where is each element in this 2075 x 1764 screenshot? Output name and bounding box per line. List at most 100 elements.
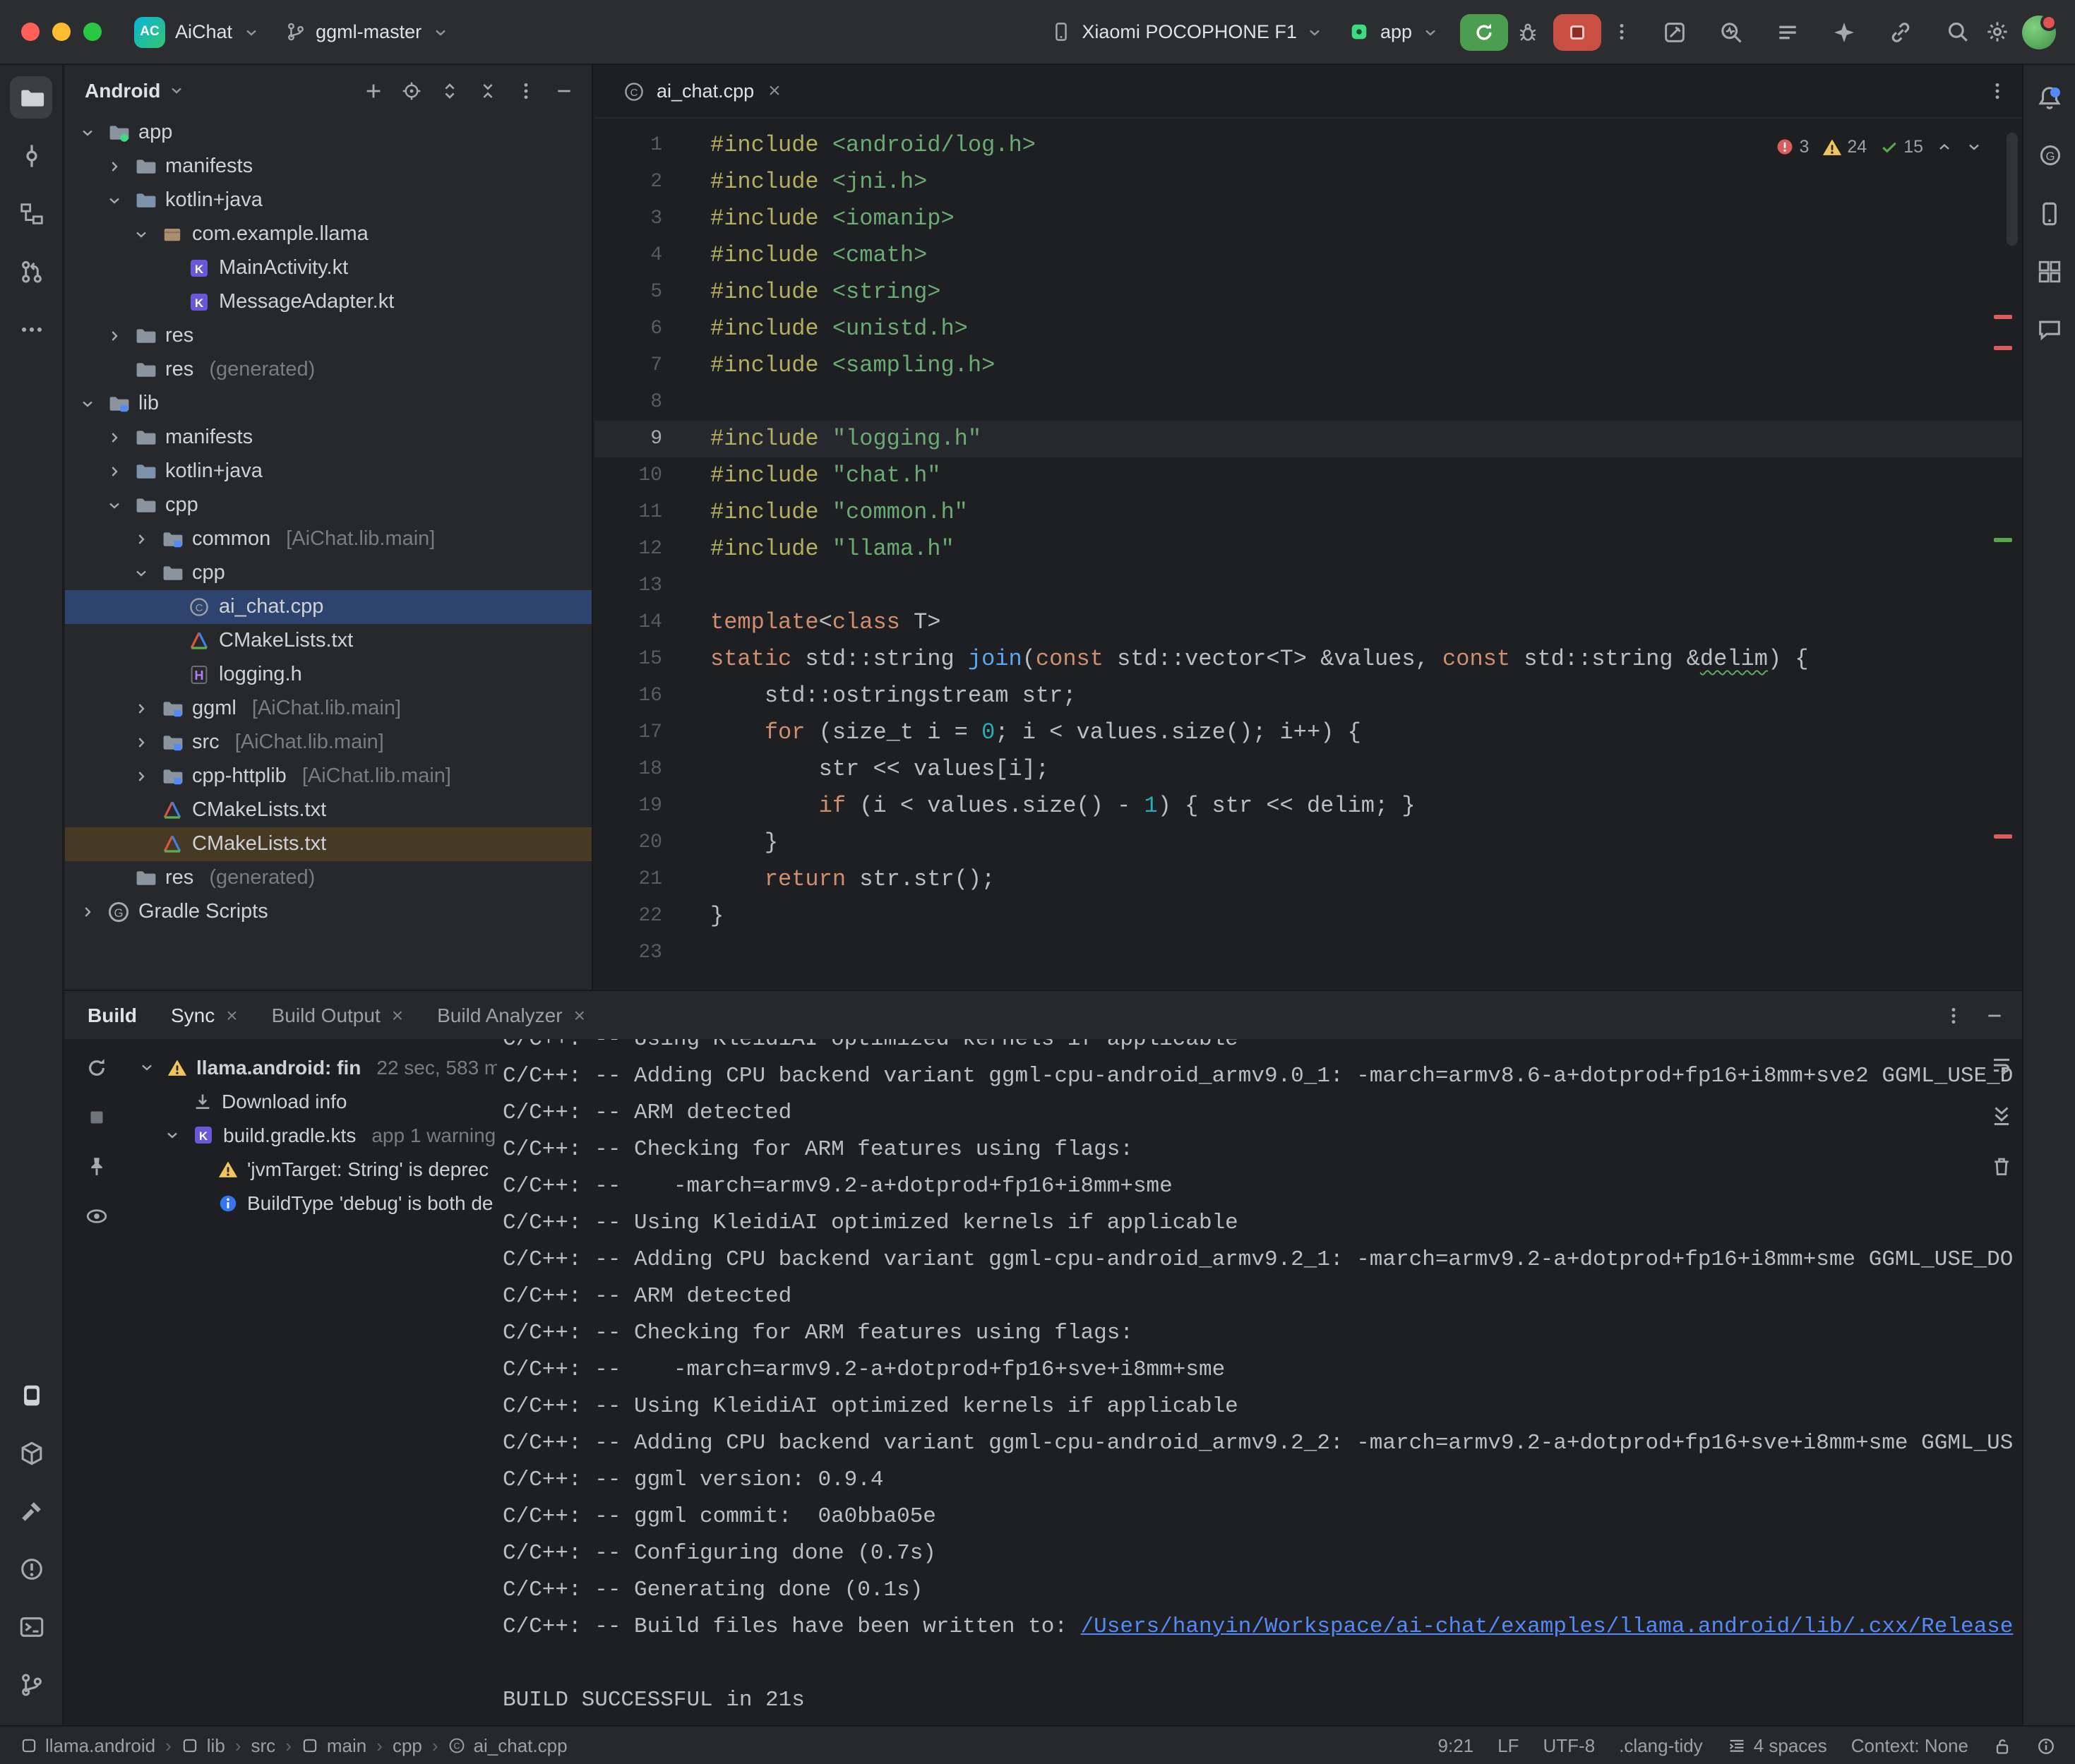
tree-item-common-aichat-lib-main[interactable]: common[AiChat.lib.main] — [65, 522, 592, 556]
tree-item-ggml-aichat-lib-main[interactable]: ggml[AiChat.lib.main] — [65, 692, 592, 726]
tool-stripe-assistant-chat-button[interactable] — [2028, 308, 2071, 350]
tool-stripe-commit-button[interactable] — [10, 134, 52, 176]
chevron-right-icon[interactable] — [130, 734, 153, 751]
code-line-6[interactable]: 6#include <unistd.h> — [594, 311, 2022, 347]
project-view-selector[interactable]: Android — [85, 79, 160, 102]
code-line-2[interactable]: 2#include <jni.h> — [594, 164, 2022, 200]
breadcrumb-lib[interactable]: lib — [181, 1735, 225, 1756]
code-line-15[interactable]: 15static std::string join(const std::vec… — [594, 641, 2022, 678]
build-tab-build-analyzer[interactable]: Build Analyzer× — [437, 1004, 585, 1026]
code-line-11[interactable]: 11#include "common.h" — [594, 494, 2022, 531]
tree-item-cmakelists-txt[interactable]: CMakeLists.txt — [65, 827, 592, 861]
code-line-20[interactable]: 20 } — [594, 824, 2022, 861]
assistant-button[interactable] — [1824, 12, 1864, 52]
tree-item-cpp[interactable]: cpp — [65, 556, 592, 590]
tree-item-lib[interactable]: lib — [65, 387, 592, 421]
stop-square-button[interactable] — [84, 1105, 108, 1136]
tree-item-res-generated[interactable]: res(generated) — [65, 353, 592, 387]
tool-stripe-build-button[interactable] — [10, 1489, 52, 1532]
tree-item-cpp-httplib-aichat-lib-main[interactable]: cpp-httplib[AiChat.lib.main] — [65, 760, 592, 793]
build-output-path-link[interactable]: /Users/hanyin/Workspace/ai-chat/examples… — [1081, 1614, 2014, 1639]
rerun-app-button[interactable] — [1460, 13, 1508, 50]
breadcrumb-src[interactable]: src — [251, 1735, 276, 1756]
chevron-right-icon[interactable] — [103, 158, 126, 175]
editor-tab-ai_chat-cpp[interactable]: C ai_chat.cpp × — [606, 66, 798, 116]
code-line-8[interactable]: 8 — [594, 384, 2022, 421]
collapse-all-button[interactable] — [470, 73, 504, 107]
code-line-3[interactable]: 3#include <iomanip> — [594, 200, 2022, 237]
chevron-down-icon[interactable] — [136, 1059, 158, 1076]
tree-item-cmakelists-txt[interactable]: CMakeLists.txt — [65, 624, 592, 658]
build-tree-item-llama-android-fin[interactable]: llama.android: fin22 sec, 583 ms — [127, 1050, 497, 1084]
build-tool-window-title[interactable]: Build — [88, 1004, 137, 1026]
soft-wrap-button[interactable] — [1990, 1053, 2014, 1084]
tool-stripe-version-control-button[interactable] — [10, 1663, 52, 1705]
code-line-22[interactable]: 22} — [594, 898, 2022, 935]
build-tree-item-buildtype-debug-is-both-de[interactable]: BuildType 'debug' is both de — [127, 1186, 497, 1220]
code-line-13[interactable]: 13 — [594, 568, 2022, 604]
build-options-kebab[interactable] — [1943, 1004, 1964, 1026]
code-line-9[interactable]: 9#include "logging.h" — [594, 421, 2022, 457]
chevron-right-icon[interactable] — [76, 904, 99, 920]
tool-stripe-packages-button[interactable] — [10, 1432, 52, 1474]
code-line-10[interactable]: 10#include "chat.h" — [594, 457, 2022, 494]
select-opened-file-button[interactable] — [394, 73, 428, 107]
logcat-button[interactable] — [1768, 12, 1807, 52]
tree-item-app[interactable]: app — [65, 116, 592, 150]
tree-item-com-example-llama[interactable]: com.example.llama — [65, 217, 592, 251]
close-tab-icon[interactable]: × — [392, 1004, 403, 1026]
tool-stripe-more-tools-button[interactable] — [10, 308, 52, 350]
zoom-window-button[interactable] — [83, 23, 102, 41]
pin-button[interactable] — [84, 1155, 108, 1186]
lock-open-icon[interactable] — [1992, 1736, 2012, 1756]
code-line-21[interactable]: 21 return str.str(); — [594, 861, 2022, 898]
breadcrumb-ai-chat-cpp[interactable]: Cai_chat.cpp — [448, 1735, 568, 1756]
chevron-right-icon[interactable] — [103, 463, 126, 480]
chevron-right-icon[interactable] — [130, 531, 153, 548]
close-tab-icon[interactable]: × — [226, 1004, 237, 1026]
tree-item-messageadapter-kt[interactable]: KMessageAdapter.kt — [65, 285, 592, 319]
chevron-right-icon[interactable] — [103, 328, 126, 344]
expand-all-button[interactable] — [432, 73, 466, 107]
tool-stripe-device-manager-button[interactable] — [2028, 192, 2071, 234]
inspections-widget[interactable]: 3 24 15 — [1766, 126, 1991, 168]
tree-item-logging-h[interactable]: Hlogging.h — [65, 658, 592, 692]
build-tree-item-jvmtarget-string-is-deprec[interactable]: 'jvmTarget: String' is deprec — [127, 1152, 497, 1186]
breadcrumb-main[interactable]: main — [301, 1735, 366, 1756]
tree-item-src-aichat-lib-main[interactable]: src[AiChat.lib.main] — [65, 726, 592, 760]
options-button[interactable] — [508, 73, 542, 107]
tree-item-res-generated[interactable]: res(generated) — [65, 861, 592, 895]
rerun-button[interactable] — [84, 1056, 108, 1087]
code-line-4[interactable]: 4#include <cmath> — [594, 237, 2022, 274]
tree-item-gradle-scripts[interactable]: GGradle Scripts — [65, 895, 592, 929]
code-line-5[interactable]: 5#include <string> — [594, 274, 2022, 311]
stop-button[interactable] — [1553, 13, 1601, 50]
indent-widget[interactable]: 4 spaces — [1727, 1735, 1827, 1756]
tree-item-cpp[interactable]: cpp — [65, 488, 592, 522]
chevron-down-icon[interactable] — [103, 192, 126, 209]
tree-item-ai-chat-cpp[interactable]: Cai_chat.cpp — [65, 590, 592, 624]
tool-stripe-project-button[interactable] — [10, 76, 52, 119]
chevron-down-icon[interactable] — [161, 1127, 184, 1144]
line-separator[interactable]: LF — [1497, 1735, 1519, 1756]
tree-item-kotlin-java[interactable]: kotlin+java — [65, 455, 592, 488]
code-editor[interactable]: 1#include <android/log.h>2#include <jni.… — [594, 119, 2022, 990]
chevron-down-icon[interactable] — [130, 565, 153, 582]
editor-options-kebab[interactable] — [1987, 80, 2008, 102]
tool-stripe-pull-requests-button[interactable] — [10, 250, 52, 292]
build-tab-sync[interactable]: Sync× — [171, 1004, 238, 1026]
caret-position[interactable]: 9:21 — [1438, 1735, 1474, 1756]
editor-scrollbar[interactable] — [2007, 133, 2018, 246]
breadcrumb-llama-android[interactable]: llama.android — [20, 1735, 155, 1756]
tree-item-res[interactable]: res — [65, 319, 592, 353]
profile-avatar[interactable] — [2022, 15, 2056, 49]
code-line-18[interactable]: 18 str << values[i]; — [594, 751, 2022, 788]
tool-stripe-gradle-button[interactable]: G — [2028, 134, 2071, 176]
tool-stripe-structure-button[interactable] — [10, 192, 52, 234]
vcs-branch-selector[interactable]: ggml-master — [272, 16, 461, 48]
add-button[interactable] — [356, 73, 390, 107]
code-line-16[interactable]: 16 std::ostringstream str; — [594, 678, 2022, 714]
settings-button[interactable] — [1977, 12, 2016, 52]
vcs-stripe-mark[interactable] — [1994, 538, 2012, 542]
code-line-7[interactable]: 7#include <sampling.h> — [594, 347, 2022, 384]
